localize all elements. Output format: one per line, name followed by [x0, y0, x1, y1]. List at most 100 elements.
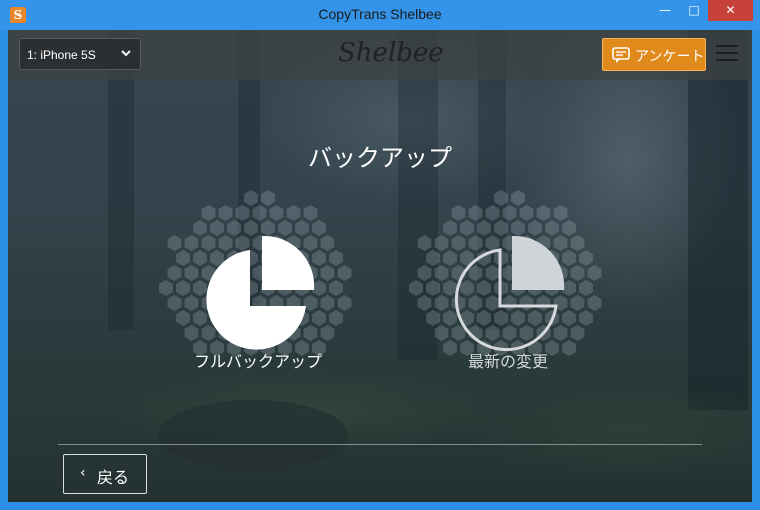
hexagon-decoration — [312, 310, 326, 326]
hexagon-decoration — [502, 205, 517, 221]
close-button[interactable]: ✕ — [708, 0, 753, 21]
hexagon-decoration — [553, 325, 568, 341]
hexagon-decoration — [312, 250, 326, 266]
hexagon-decoration — [269, 205, 284, 221]
hexagon-decoration — [587, 295, 602, 311]
hexagon-decoration — [485, 205, 500, 221]
hexagon-decoration — [477, 220, 491, 236]
back-button[interactable]: ‹ 戻る — [63, 454, 147, 494]
hexagon-decoration — [337, 265, 352, 281]
hexagon-decoration — [553, 205, 568, 221]
hexagon-decoration — [312, 220, 326, 236]
hexagon-decoration — [244, 220, 258, 236]
hexagon-decoration — [329, 280, 343, 296]
hexagon-decoration — [329, 310, 343, 326]
hexagon-decoration — [235, 235, 250, 251]
hexagon-decoration — [320, 295, 335, 311]
hexagon-decoration — [443, 310, 457, 326]
hexagon-decoration — [201, 205, 216, 221]
hexagon-decoration — [261, 190, 275, 206]
hexagon-decoration — [451, 205, 466, 221]
hexagon-decoration — [570, 265, 585, 281]
hexagon-decoration — [519, 205, 534, 221]
hexagon-decoration — [193, 280, 207, 296]
speech-bubble-icon — [612, 47, 630, 67]
hexagon-decoration — [536, 205, 551, 221]
hexagon-decoration — [536, 295, 551, 311]
hexagon-decoration — [201, 325, 216, 341]
hexagon-decoration — [278, 220, 292, 236]
full-backup-option[interactable]: フルバックアップ — [158, 190, 358, 390]
app-window: S CopyTrans Shelbee — □ ✕ 1: iPhone 5S S… — [0, 0, 760, 510]
hexagon-decoration — [167, 295, 182, 311]
hexagon-decoration — [167, 265, 182, 281]
hexagon-decoration — [329, 250, 343, 266]
hexagon-decoration — [562, 280, 576, 296]
hexagon-decoration — [460, 220, 474, 236]
hexagon-decoration — [468, 205, 483, 221]
hexagon-decoration — [286, 205, 301, 221]
hexagon-decoration — [312, 280, 326, 296]
hexagon-decoration — [210, 220, 224, 236]
hexagon-decoration — [451, 235, 466, 251]
hexagon-decoration — [417, 265, 432, 281]
full-backup-label: フルバックアップ — [193, 352, 322, 371]
hexagon-decoration — [176, 310, 190, 326]
hexagon-decoration — [337, 295, 352, 311]
hexagon-decoration — [218, 205, 233, 221]
hexagon-decoration — [426, 280, 440, 296]
hexagon-decoration — [511, 190, 525, 206]
hexagon-decoration — [227, 220, 241, 236]
hexagon-decoration — [494, 220, 508, 236]
minimize-button[interactable]: — — [651, 0, 679, 21]
maximize-button[interactable]: □ — [680, 0, 708, 21]
hexagon-decoration — [261, 220, 275, 236]
title-bar: S CopyTrans Shelbee — □ ✕ — [0, 0, 760, 30]
survey-button[interactable]: アンケート — [602, 38, 706, 71]
hexagon-decoration — [184, 265, 199, 281]
hexagon-decoration — [579, 310, 593, 326]
hexagon-decoration — [434, 295, 449, 311]
hexagon-decoration — [511, 310, 525, 326]
hexagon-decoration — [494, 310, 508, 326]
hexagon-decoration — [485, 295, 500, 311]
hexagon-decoration — [485, 265, 500, 281]
chevron-left-icon: ‹ — [80, 465, 86, 481]
hexagon-decoration — [468, 265, 483, 281]
app-logo-text: Shelbee — [338, 38, 444, 68]
hexagon-decoration — [176, 250, 190, 266]
hexagon-decoration — [477, 310, 491, 326]
hexagon-decoration — [159, 280, 173, 296]
hexagon-decoration — [443, 220, 457, 236]
hexagon-decoration — [434, 235, 449, 251]
footer-divider — [58, 444, 702, 445]
back-button-label: 戻る — [97, 468, 130, 487]
hexagon-decoration — [193, 220, 207, 236]
hexagon-decoration — [320, 265, 335, 281]
hexagon-decoration — [562, 250, 576, 266]
hexagon-decoration — [201, 235, 216, 251]
hexagon-decoration — [176, 280, 190, 296]
hexagon-decoration — [502, 325, 517, 341]
hexagon-decoration — [426, 250, 440, 266]
hexagon-decoration — [167, 235, 182, 251]
hexagon-decoration — [587, 265, 602, 281]
device-select[interactable]: 1: iPhone 5S — [19, 38, 141, 70]
main-content: 1: iPhone 5S Shelbee アンケート バックアップ フルバックア… — [8, 30, 752, 502]
hexagon-decoration — [570, 325, 585, 341]
latest-changes-option[interactable]: 最新の変更 — [408, 190, 608, 390]
latest-changes-label: 最新の変更 — [467, 352, 548, 371]
hexagon-decoration — [417, 295, 432, 311]
hexagon-decoration — [477, 280, 491, 296]
hexagon-decoration — [193, 250, 207, 266]
hexagon-decoration — [409, 280, 423, 296]
hexagon-decoration — [494, 190, 508, 206]
hexagon-decoration — [320, 325, 335, 341]
survey-button-label: アンケート — [635, 49, 705, 65]
hexagon-decoration — [579, 250, 593, 266]
hexagon-decoration — [468, 235, 483, 251]
hexagon-decoration — [184, 235, 199, 251]
hamburger-menu-icon[interactable] — [716, 45, 738, 63]
hexagon-decoration — [184, 295, 199, 311]
hexagon-decoration — [244, 190, 258, 206]
